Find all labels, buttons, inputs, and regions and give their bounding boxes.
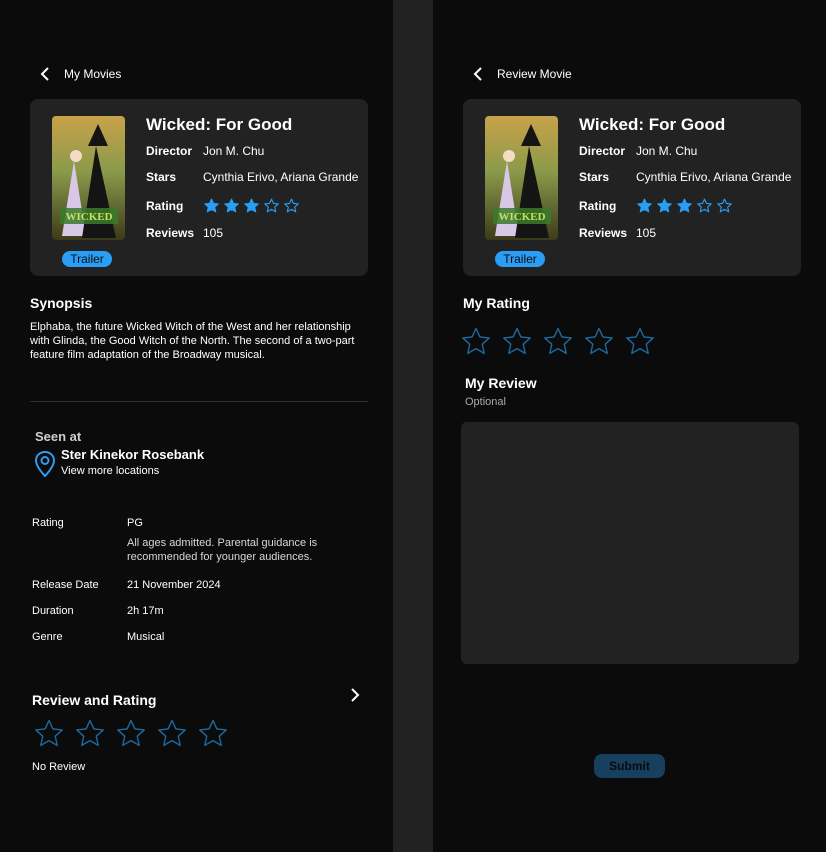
star-icon xyxy=(697,198,712,213)
rating-label: Rating xyxy=(579,198,617,213)
star-icon[interactable] xyxy=(541,325,575,357)
svg-text:WICKED: WICKED xyxy=(65,211,112,223)
star-icon xyxy=(657,198,672,213)
reviews-row: Reviews 105 xyxy=(579,226,656,240)
director-label: Director xyxy=(146,144,193,158)
director-row: Director Jon M. Chu xyxy=(579,144,697,158)
reviews-label: Reviews xyxy=(146,226,195,240)
star-icon xyxy=(264,198,279,213)
star-icon xyxy=(677,198,692,213)
movie-title: Wicked: For Good xyxy=(579,115,726,134)
star-icon[interactable] xyxy=(32,717,66,749)
back-label[interactable]: Review Movie xyxy=(497,67,572,81)
back-nav[interactable]: My Movies xyxy=(38,66,121,82)
submit-button[interactable]: Submit xyxy=(594,754,665,778)
reviews-row: Reviews 105 xyxy=(146,226,223,240)
trailer-button[interactable]: Trailer xyxy=(495,251,545,267)
movie-details-panel: My Movies WICKED Trailer Wicked: For Goo… xyxy=(0,0,393,852)
star-icon xyxy=(204,198,219,213)
age-rating-value: PG xyxy=(127,517,143,529)
star-icon xyxy=(224,198,239,213)
star-icon[interactable] xyxy=(155,717,189,749)
my-rating-stars[interactable] xyxy=(459,325,657,357)
divider xyxy=(30,401,368,402)
star-icon[interactable] xyxy=(582,325,616,357)
location-name: Ster Kinekor Rosebank xyxy=(61,447,205,462)
no-review-text: No Review xyxy=(32,761,86,773)
star-icon[interactable] xyxy=(500,325,534,357)
age-rating-label: Rating xyxy=(32,517,64,529)
genre-label: Genre xyxy=(32,631,63,643)
star-icon[interactable] xyxy=(196,717,230,749)
star-icon xyxy=(717,198,732,213)
movie-rating-stars xyxy=(203,197,300,214)
my-rating-title: My Rating xyxy=(463,295,530,311)
star-icon[interactable] xyxy=(73,717,107,749)
reviews-count: 105 xyxy=(203,226,224,240)
star-icon xyxy=(284,198,299,213)
director-label: Director xyxy=(579,144,626,158)
stars-value: Cynthia Erivo, Ariana Grande xyxy=(636,170,792,184)
review-and-rating-title: Review and Rating xyxy=(32,692,157,708)
back-label[interactable]: My Movies xyxy=(64,67,121,81)
movie-card: WICKED Trailer Wicked: For Good Director… xyxy=(463,99,801,276)
stars-label: Stars xyxy=(579,170,610,184)
synopsis-title: Synopsis xyxy=(30,295,93,311)
my-review-title: My Review xyxy=(465,375,537,391)
genre-value: Musical xyxy=(127,631,165,643)
rating-row: Rating xyxy=(579,197,733,214)
rating-row: Rating xyxy=(146,197,300,214)
chevron-right-icon[interactable] xyxy=(348,686,362,704)
movie-poster[interactable]: WICKED xyxy=(52,116,125,240)
star-icon[interactable] xyxy=(459,325,493,357)
star-icon xyxy=(637,198,652,213)
director-value: Jon M. Chu xyxy=(203,144,265,158)
stars-value: Cynthia Erivo, Ariana Grande xyxy=(203,170,359,184)
stars-row: Stars Cynthia Erivo, Ariana Grande xyxy=(146,170,358,184)
trailer-button[interactable]: Trailer xyxy=(62,251,112,267)
review-textarea[interactable] xyxy=(461,422,799,664)
star-icon[interactable] xyxy=(623,325,657,357)
back-nav-review[interactable]: Review Movie xyxy=(471,66,572,82)
duration-value: 2h 17m xyxy=(127,605,164,617)
age-rating-description: All ages admitted. Parental guidance is … xyxy=(127,537,318,563)
chevron-left-icon[interactable] xyxy=(471,66,485,82)
review-rating-stars[interactable] xyxy=(32,717,230,749)
stars-label: Stars xyxy=(146,170,177,184)
seen-at-label: Seen at xyxy=(35,429,82,444)
movie-title: Wicked: For Good xyxy=(146,115,293,134)
movie-card: WICKED Trailer Wicked: For Good Director… xyxy=(30,99,368,276)
rating-label: Rating xyxy=(146,198,184,213)
duration-label: Duration xyxy=(32,605,74,617)
optional-label: Optional xyxy=(465,396,506,408)
movie-poster[interactable]: WICKED xyxy=(485,116,558,240)
svg-text:WICKED: WICKED xyxy=(498,211,545,223)
director-value: Jon M. Chu xyxy=(636,144,698,158)
release-date-label: Release Date xyxy=(32,579,99,591)
chevron-left-icon[interactable] xyxy=(38,66,52,82)
reviews-count: 105 xyxy=(636,226,657,240)
director-row: Director Jon M. Chu xyxy=(146,144,264,158)
synopsis-text: Elphaba, the future Wicked Witch of the … xyxy=(30,321,355,361)
location-pin-icon xyxy=(34,450,56,478)
view-more-locations-link[interactable]: View more locations xyxy=(61,465,159,477)
star-icon[interactable] xyxy=(114,717,148,749)
movie-rating-stars xyxy=(636,197,733,214)
reviews-label: Reviews xyxy=(579,226,628,240)
stars-row: Stars Cynthia Erivo, Ariana Grande xyxy=(579,170,791,184)
star-icon xyxy=(244,198,259,213)
release-date-value: 21 November 2024 xyxy=(127,579,221,591)
